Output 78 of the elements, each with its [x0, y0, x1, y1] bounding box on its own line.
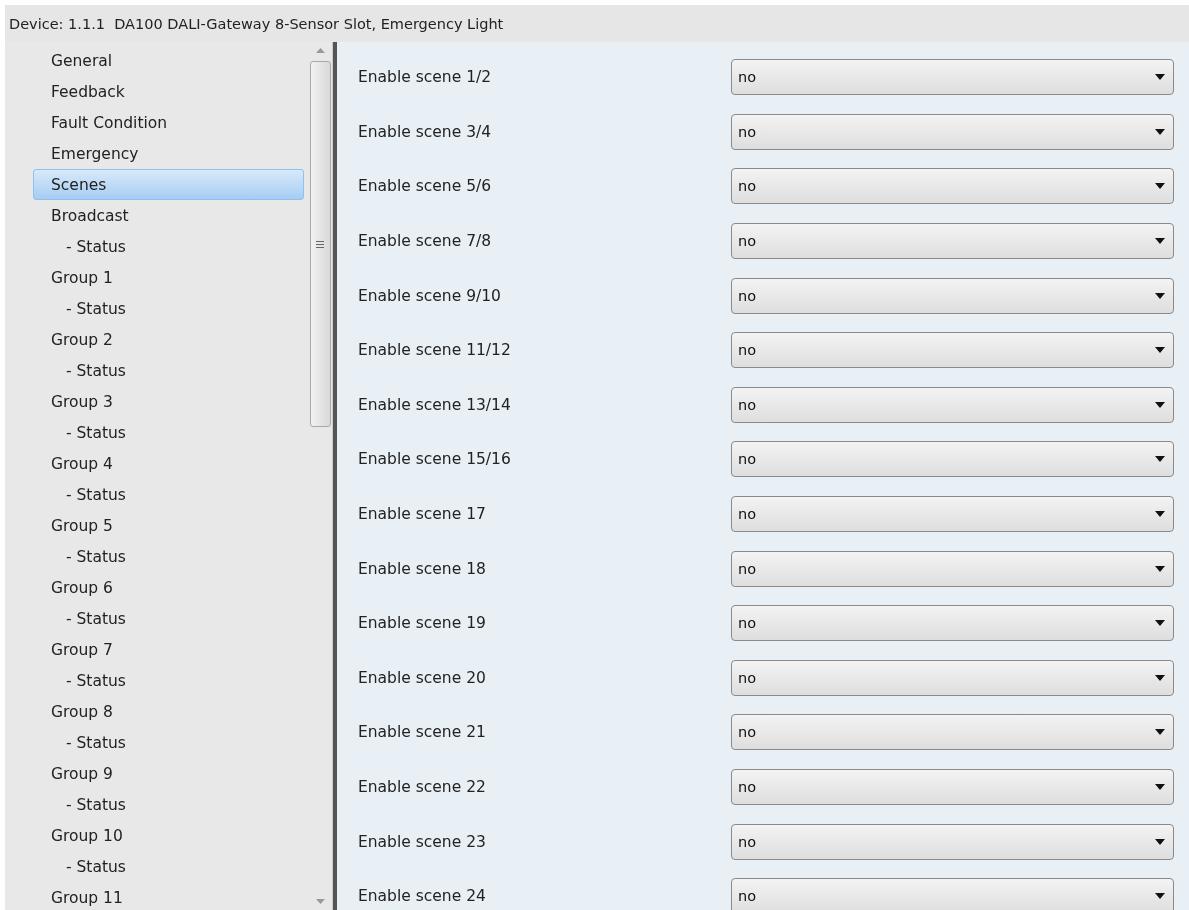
sidebar-item[interactable]: Group 7 — [33, 634, 304, 665]
caret-icon[interactable] — [1155, 238, 1165, 245]
sidebar-item[interactable]: Feedback — [33, 76, 304, 107]
caret-icon[interactable] — [1155, 401, 1165, 408]
caret-icon[interactable] — [1155, 674, 1165, 681]
sidebar-item[interactable]: Group 5 — [33, 510, 304, 541]
dropdown[interactable]: no — [731, 168, 1174, 205]
sidebar-item[interactable]: Group 2 — [33, 324, 304, 355]
dropdown[interactable]: no — [731, 332, 1174, 369]
sidebar-item[interactable]: Group 9 — [33, 758, 304, 789]
sidebar-item[interactable]: Group 3 — [33, 386, 304, 417]
dropdown[interactable]: no — [731, 769, 1174, 805]
setting-label: Enable scene 3/4 — [358, 122, 493, 141]
setting-label: Enable scene 15/16 — [358, 450, 512, 469]
sidebar-item[interactable]: Broadcast — [33, 200, 304, 231]
setting-label: Enable scene 22 — [358, 778, 487, 796]
sidebar-item[interactable]: Fault Condition — [33, 107, 304, 138]
sidebar-item[interactable]: Group 1 — [33, 262, 304, 293]
sidebar-item[interactable]: - Status — [33, 541, 304, 572]
caret-icon[interactable] — [1155, 347, 1165, 354]
sidebar-item[interactable]: Group 10 — [33, 820, 304, 851]
sidebar-item[interactable]: - Status — [33, 293, 304, 324]
caret-icon[interactable] — [1155, 74, 1165, 81]
sidebar-item[interactable]: General — [33, 45, 304, 76]
caret-icon[interactable] — [1155, 183, 1165, 190]
dropdown[interactable]: no — [731, 59, 1174, 96]
dropdown[interactable]: no — [731, 878, 1174, 910]
caret-icon[interactable] — [1155, 292, 1165, 299]
dropdown[interactable]: no — [731, 605, 1174, 642]
dropdown[interactable]: no — [731, 386, 1174, 423]
sidebar-item[interactable]: Group 4 — [33, 448, 304, 479]
sidebar-item[interactable]: - Status — [33, 355, 304, 386]
dropdown[interactable]: no — [731, 496, 1174, 533]
caret-icon[interactable] — [1155, 565, 1165, 572]
dropdown[interactable]: no — [731, 277, 1174, 314]
dropdown[interactable]: no — [731, 223, 1174, 260]
setting-label: Enable scene 21 — [358, 723, 487, 742]
dropdown[interactable]: no — [731, 714, 1174, 751]
caret-icon[interactable] — [1155, 893, 1165, 900]
setting-label: Enable scene 19 — [358, 614, 487, 633]
setting-label: Enable scene 17 — [358, 505, 487, 524]
setting-label: Enable scene 18 — [358, 559, 487, 578]
caret-icon[interactable] — [1155, 784, 1165, 790]
sidebar-item[interactable]: Group 11 — [33, 882, 304, 910]
sidebar-item[interactable]: - Status — [33, 479, 304, 510]
dropdown[interactable]: no — [731, 113, 1174, 150]
caret-icon[interactable] — [1155, 511, 1165, 518]
setting-label: Enable scene 20 — [358, 668, 487, 687]
sidebar-item[interactable]: Emergency — [33, 138, 304, 169]
sidebar-item[interactable]: - Status — [33, 603, 304, 634]
caret-icon[interactable] — [1155, 128, 1165, 135]
caret-icon[interactable] — [1155, 729, 1165, 736]
caret-icon[interactable] — [1155, 620, 1165, 627]
setting-label: Enable scene 7/8 — [358, 232, 493, 251]
setting-label: Enable scene 13/14 — [358, 395, 512, 414]
sidebar-item[interactable]: - Status — [33, 727, 304, 758]
scrollbar-thumb[interactable] — [309, 61, 331, 427]
dropdown[interactable]: no — [731, 550, 1174, 587]
setting-label: Enable scene 9/10 — [358, 286, 502, 305]
setting-label: Enable scene 5/6 — [358, 177, 493, 196]
setting-label: Enable scene 11/12 — [358, 341, 512, 360]
sidebar-item[interactable]: Scenes — [33, 169, 304, 200]
sidebar-item[interactable]: - Status — [33, 665, 304, 696]
sidebar-item[interactable]: - Status — [33, 417, 304, 448]
dropdown[interactable]: no — [731, 823, 1174, 860]
setting-label: Enable scene 1/2 — [358, 68, 493, 87]
setting-label: Enable scene 23 — [358, 832, 487, 851]
dropdown[interactable]: no — [731, 441, 1174, 478]
sidebar-item[interactable]: - Status — [33, 231, 304, 262]
dropdown[interactable]: no — [731, 659, 1174, 696]
caret-icon[interactable] — [1155, 456, 1165, 463]
sidebar-item[interactable]: Group 8 — [33, 696, 304, 727]
sidebar-item[interactable]: - Status — [33, 789, 304, 820]
setting-label: Enable scene 24 — [358, 887, 487, 906]
sidebar-item[interactable]: Group 6 — [33, 572, 304, 603]
sidebar-item[interactable]: - Status — [33, 851, 304, 882]
caret-icon[interactable] — [1155, 838, 1165, 845]
window-title: Device: 1.1.1 DA100 DALI-Gateway 8-Sensor Slot, Emergency Light — [9, 15, 504, 32]
